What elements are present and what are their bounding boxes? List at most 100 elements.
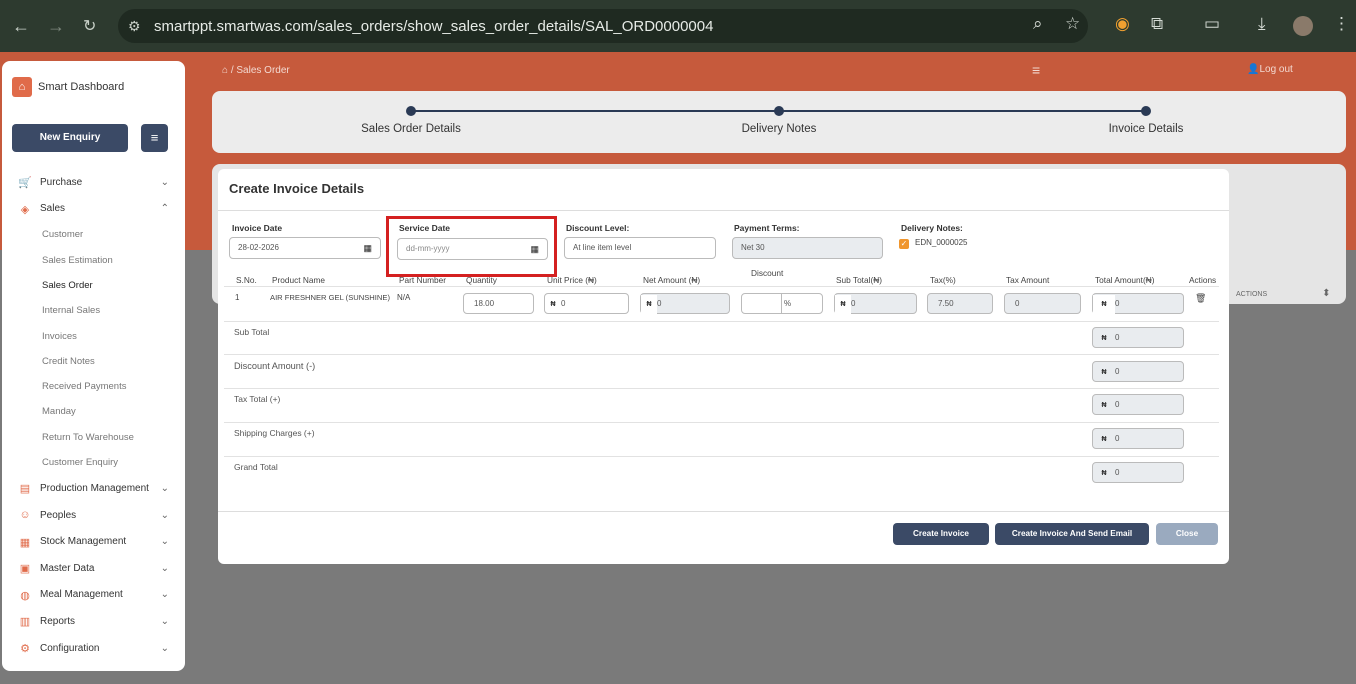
- home-icon[interactable]: ⌂: [222, 65, 228, 76]
- divider: [218, 210, 1229, 211]
- sidebar-item-label: Configuration: [40, 642, 100, 654]
- box-icon: ▦: [19, 536, 31, 549]
- invoice-date-value: 28-02-2026: [238, 243, 279, 252]
- col-part: Part Number: [399, 275, 447, 285]
- sidebar-item-label: Stock Management: [40, 536, 127, 548]
- trash-icon[interactable]: 🗑: [1195, 293, 1206, 304]
- back-icon[interactable]: ←: [12, 16, 30, 37]
- col-tax-amount: Tax Amount: [1006, 275, 1050, 285]
- progress-stepper: Sales Order Details Delivery Notes Invoi…: [212, 91, 1346, 153]
- col-tax: Tax(%): [930, 275, 956, 285]
- modal-title: Create Invoice Details: [229, 181, 365, 196]
- sidebar-sub-credit-notes[interactable]: Credit Notes: [2, 349, 185, 374]
- sidebar-toggle-button[interactable]: ≡: [141, 124, 168, 152]
- sidebar-item-peoples[interactable]: ☺ Peoples ⌄: [2, 502, 185, 529]
- browser-toolbar: ← → ↻ ⚙ smartppt.smartwas.com/sales_orde…: [0, 0, 1356, 52]
- sidebar-item-label: Purchase: [40, 176, 83, 188]
- profile-avatar[interactable]: [1293, 16, 1313, 36]
- chevron-down-icon: ⌄: [160, 562, 169, 574]
- unit-price-input[interactable]: ₦ 0: [544, 293, 629, 314]
- close-button[interactable]: Close: [1156, 523, 1218, 545]
- currency-symbol: ₦: [1101, 436, 1107, 443]
- sidebar-item-production[interactable]: ▤ Production Management ⌄: [2, 475, 185, 502]
- sidebar-item-reports[interactable]: ▥ Reports ⌄: [2, 608, 185, 635]
- cast-icon[interactable]: ▭: [1204, 14, 1220, 34]
- sidebar-sub-received-payments[interactable]: Received Payments: [2, 374, 185, 399]
- summary-value: 0: [1115, 434, 1120, 443]
- sidebar-sub-invoices[interactable]: Invoices: [2, 323, 185, 348]
- sidebar-sub-sales-order[interactable]: Sales Order: [2, 273, 185, 298]
- brand[interactable]: ⌂ Smart Dashboard: [12, 77, 124, 97]
- hamburger-icon[interactable]: ≡: [1032, 62, 1040, 78]
- calendar-icon[interactable]: ▦: [363, 238, 372, 258]
- step-dot: [774, 106, 784, 116]
- sidebar-sub-return-to-warehouse[interactable]: Return To Warehouse: [2, 425, 185, 450]
- zoom-icon[interactable]: ⌕: [1033, 14, 1043, 34]
- sidebar-item-configuration[interactable]: ⚙ Configuration ⌄: [2, 635, 185, 662]
- site-info-icon[interactable]: ⚙: [128, 18, 141, 35]
- payment-terms-label: Payment Terms:: [734, 223, 800, 233]
- sidebar-sub-manday[interactable]: Manday: [2, 399, 185, 424]
- create-invoice-button[interactable]: Create Invoice: [893, 523, 989, 545]
- summary-shipping-field[interactable]: ₦ 0: [1092, 428, 1184, 449]
- sort-icon[interactable]: ⬍: [1322, 288, 1330, 299]
- step-sales-order[interactable]: Sales Order Details: [361, 123, 461, 135]
- create-send-email-button[interactable]: Create Invoice And Send Email: [995, 523, 1149, 545]
- summary-sub-total-label: Sub Total: [234, 327, 270, 337]
- brand-name: Smart Dashboard: [38, 81, 125, 93]
- more-menu-icon[interactable]: ⋮: [1333, 14, 1350, 34]
- sidebar-item-sales[interactable]: ◈ Sales ⌃: [2, 196, 185, 223]
- puzzle-icon[interactable]: ⧉: [1151, 14, 1163, 34]
- invoice-date-input[interactable]: 28-02-2026 ▦: [229, 237, 381, 259]
- currency-symbol: ₦: [835, 295, 851, 314]
- col-total: Total Amount(₦): [1095, 275, 1155, 285]
- discount-input[interactable]: %: [741, 293, 823, 314]
- logout-link[interactable]: 👤Log out: [1247, 64, 1293, 75]
- sidebar-sub-customer-enquiry[interactable]: Customer Enquiry: [2, 450, 185, 475]
- sidebar: ⌂ Smart Dashboard New Enquiry ≡ 🛒 Purchas…: [2, 61, 185, 671]
- user-icon: 👤: [1247, 64, 1260, 75]
- step-delivery-notes[interactable]: Delivery Notes: [742, 123, 817, 135]
- total-amount-field: ₦ 0: [1092, 293, 1184, 314]
- currency-symbol: ₦: [1101, 470, 1107, 477]
- sidebar-item-master-data[interactable]: ▣ Master Data ⌄: [2, 555, 185, 582]
- sidebar-sub-sales-estimation[interactable]: Sales Estimation: [2, 247, 185, 272]
- cart-icon: 🛒: [18, 177, 32, 190]
- bookmark-star-icon[interactable]: ☆: [1065, 14, 1080, 34]
- sidebar-sub-internal-sales[interactable]: Internal Sales: [2, 298, 185, 323]
- gear-icon: ⚙: [20, 643, 30, 656]
- reload-icon[interactable]: ↻: [83, 16, 96, 36]
- summary-tax-field: ₦ 0: [1092, 394, 1184, 415]
- sidebar-item-meal[interactable]: ◍ Meal Management ⌄: [2, 582, 185, 609]
- breadcrumb: ⌂ / Sales Order: [222, 65, 290, 76]
- sidebar-item-stock[interactable]: ▦ Stock Management ⌄: [2, 528, 185, 555]
- quantity-input[interactable]: 18.00: [463, 293, 534, 314]
- discount-level-select[interactable]: At line item level: [564, 237, 716, 259]
- delivery-note-checkbox[interactable]: ✓: [899, 239, 909, 249]
- sub-total-field: ₦ 0: [834, 293, 917, 314]
- sidebar-sub-customer[interactable]: Customer: [2, 222, 185, 247]
- extension-icon[interactable]: ◉: [1115, 14, 1130, 34]
- summary-value: 0: [1115, 468, 1120, 477]
- sidebar-item-label: Sales: [40, 203, 66, 215]
- address-bar[interactable]: ⚙ smartppt.smartwas.com/sales_orders/sho…: [118, 9, 1088, 43]
- tax-field: 7.50: [927, 293, 993, 314]
- summary-value: 0: [1115, 400, 1120, 409]
- col-sub-total: Sub Total(₦): [836, 275, 882, 285]
- create-invoice-modal: Create Invoice Details Invoice Date 28-0…: [218, 169, 1229, 564]
- chevron-up-icon: ⌃: [160, 203, 169, 215]
- sidebar-item-purchase[interactable]: 🛒 Purchase ⌄: [2, 169, 185, 196]
- step-invoice-details[interactable]: Invoice Details: [1109, 123, 1184, 135]
- divider: [781, 294, 782, 313]
- actions-header-label: ACTIONS: [1236, 291, 1268, 298]
- chevron-down-icon: ⌄: [160, 536, 169, 548]
- background-actions-header: ACTIONS ⬍: [1236, 288, 1331, 299]
- new-enquiry-button[interactable]: New Enquiry: [12, 124, 128, 152]
- step-dot: [1141, 106, 1151, 116]
- forward-icon[interactable]: →: [47, 16, 65, 37]
- breadcrumb-current: Sales Order: [236, 65, 290, 76]
- currency-symbol: ₦: [550, 301, 556, 308]
- download-icon[interactable]: ⤓: [1258, 14, 1266, 34]
- url-text: smartppt.smartwas.com/sales_orders/show_…: [154, 18, 714, 35]
- summary-grand-total-label: Grand Total: [234, 462, 278, 472]
